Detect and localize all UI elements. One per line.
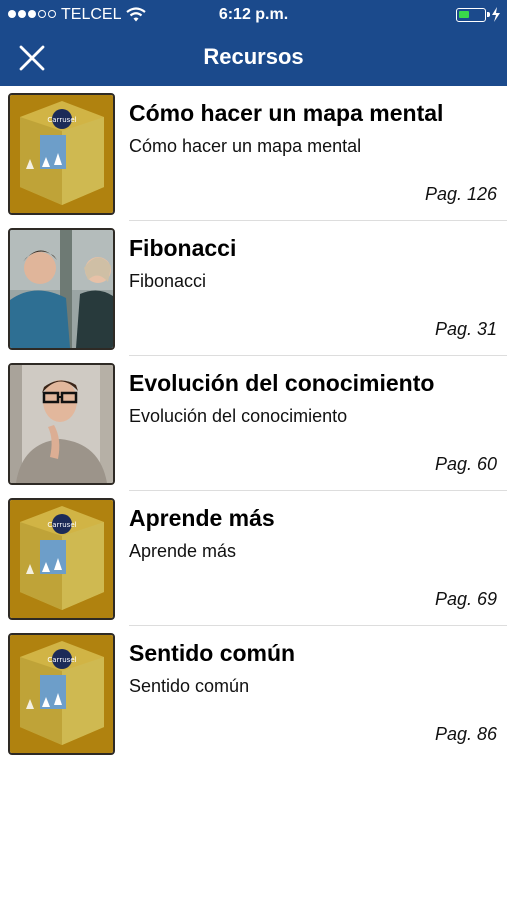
resource-title: Sentido común — [129, 640, 296, 666]
svg-text:Carrusel: Carrusel — [47, 656, 76, 664]
status-bar: TELCEL 6:12 p.m. — [0, 0, 507, 30]
resource-title: Evolución del conocimiento — [129, 370, 435, 396]
resource-page: Pag. 86 — [434, 724, 497, 744]
status-time: 6:12 p.m. — [218, 6, 289, 23]
resource-subtitle: Evolución del conocimiento — [129, 406, 348, 426]
resource-title: Cómo hacer un mapa mental — [129, 100, 444, 126]
resource-subtitle: Aprende más — [129, 541, 237, 561]
resource-item[interactable]: Carrusel Aprende más Aprende más Pag. 69 — [0, 491, 507, 626]
carrusel-cube-thumbnail: Carrusel — [8, 633, 115, 755]
two-people-photo-thumbnail — [8, 228, 115, 350]
carrusel-cube-thumbnail: Carrusel — [8, 93, 115, 215]
svg-text:Carrusel: Carrusel — [47, 116, 76, 124]
navigation-bar: Recursos — [0, 30, 507, 86]
resource-item[interactable]: Fibonacci Fibonacci Pag. 31 — [0, 221, 507, 356]
battery-icon — [456, 8, 490, 22]
resource-page: Pag. 69 — [434, 589, 497, 609]
resource-title: Aprende más — [129, 505, 275, 531]
thinking-man-photo-thumbnail — [8, 363, 115, 485]
resource-item[interactable]: Evolución del conocimiento Evolución del… — [0, 356, 507, 491]
charging-bolt-icon — [491, 7, 501, 27]
resource-subtitle: Cómo hacer un mapa mental — [129, 136, 362, 156]
page-title: Recursos — [203, 44, 304, 69]
carrusel-cube-thumbnail: Carrusel — [8, 498, 115, 620]
resource-title: Fibonacci — [129, 235, 237, 261]
resource-page: Pag. 31 — [434, 319, 497, 339]
svg-text:Carrusel: Carrusel — [47, 521, 76, 529]
resource-page: Pag. 60 — [434, 454, 497, 474]
resource-subtitle: Fibonacci — [129, 271, 207, 291]
resource-item[interactable]: Carrusel Sentido común Sentido común Pag… — [0, 626, 507, 761]
resource-subtitle: Sentido común — [129, 676, 250, 696]
resource-page: Pag. 126 — [424, 184, 497, 204]
resource-item[interactable]: Carrusel Cómo hacer un mapa mental Cómo … — [0, 86, 507, 221]
